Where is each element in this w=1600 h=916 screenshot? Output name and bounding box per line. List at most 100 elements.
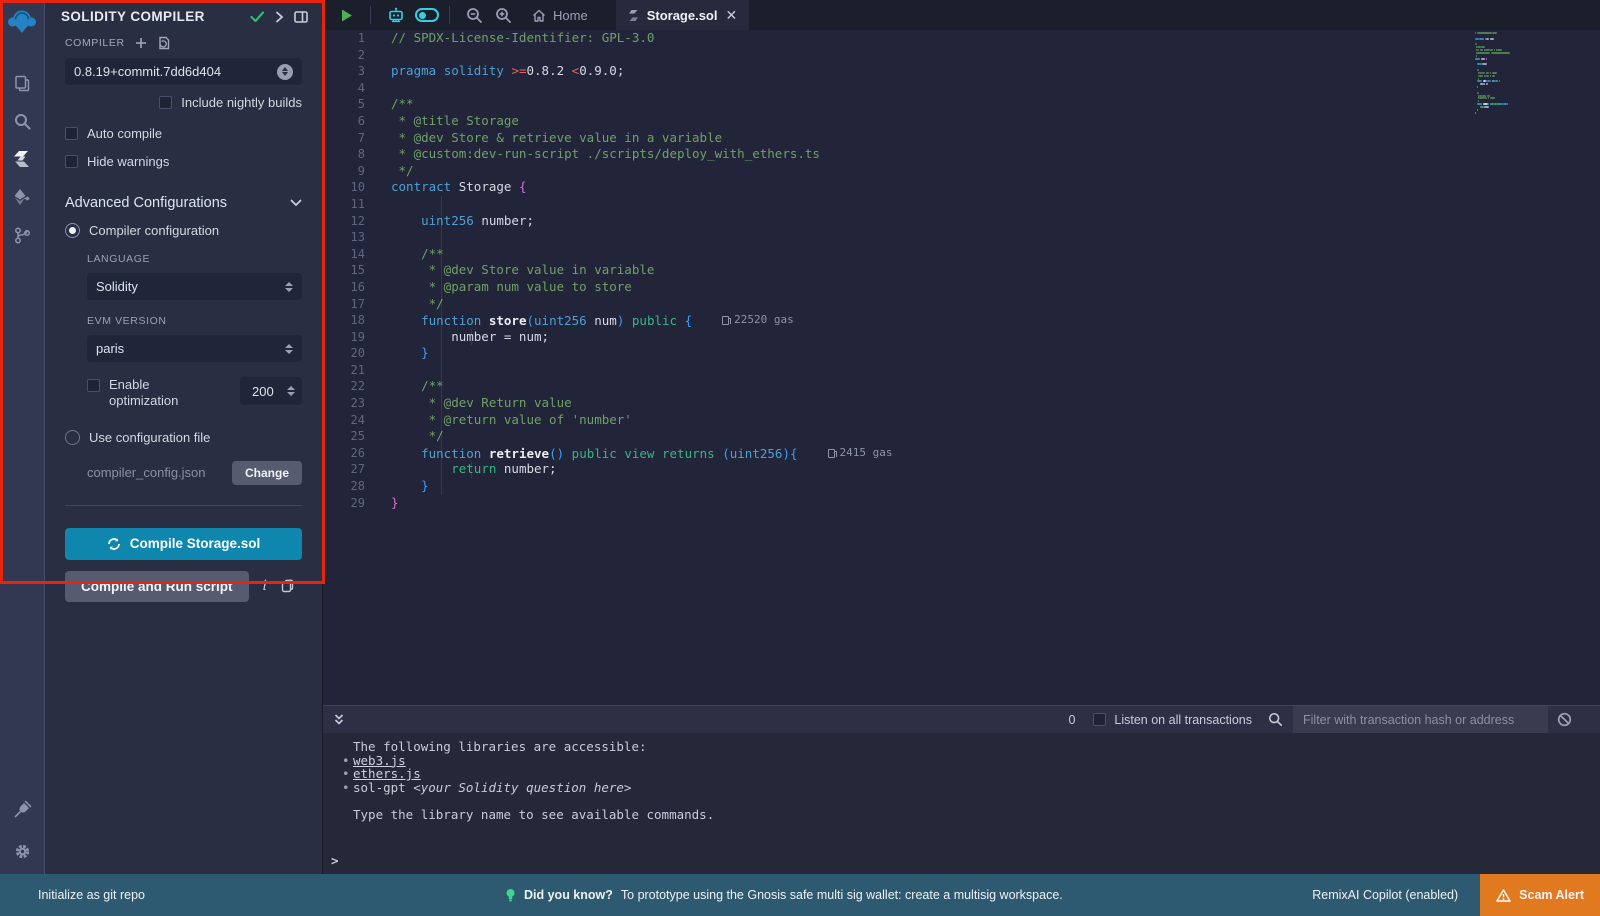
copilot-toggle[interactable] [415,8,439,22]
optimization-runs-input[interactable]: 200 [240,377,302,405]
code-line-25[interactable]: */ [391,428,1600,445]
terminal-body[interactable]: The following libraries are accessible:w… [323,733,1600,874]
run-script-play-icon[interactable] [333,8,360,23]
tab-close-icon[interactable]: ✕ [725,8,737,22]
use-configuration-file-radio[interactable] [65,430,80,445]
code-line-14[interactable]: /** [391,246,1600,263]
line-number[interactable]: 8 [323,146,365,163]
enable-optimization-checkbox[interactable] [87,379,100,392]
code-line-12[interactable]: uint256 number; [391,213,1600,230]
remix-logo-icon[interactable] [7,7,37,42]
line-number[interactable]: 29 [323,495,365,512]
code-line-7[interactable]: * @dev Store & retrieve value in a varia… [391,130,1600,147]
zoom-out-icon[interactable] [460,7,489,24]
code-line-6[interactable]: * @title Storage [391,113,1600,130]
auto-compile-checkbox[interactable] [65,127,78,140]
expand-terminal-icon[interactable] [333,713,345,726]
sidebar-item-search[interactable] [0,102,45,140]
compiler-configuration-radio[interactable] [65,223,80,238]
copilot-status[interactable]: RemixAI Copilot (enabled) [1312,888,1458,902]
sidebar-item-solidity-compiler[interactable] [0,140,45,178]
line-number[interactable]: 26 [323,445,365,462]
code-line-17[interactable]: */ [391,296,1600,313]
line-number[interactable]: 3 [323,63,365,80]
line-number[interactable]: 20 [323,345,365,362]
terminal-prompt[interactable]: > [331,853,1600,868]
init-git-repo-button[interactable]: Initialize as git repo [38,888,145,902]
zoom-in-icon[interactable] [489,7,518,24]
line-number[interactable]: 7 [323,130,365,147]
line-number[interactable]: 18 [323,312,365,329]
line-number[interactable]: 11 [323,196,365,213]
code-line-16[interactable]: * @param num value to store [391,279,1600,296]
ai-copilot-robot-icon[interactable] [381,7,411,24]
advanced-configurations-toggle[interactable]: Advanced Configurations [65,195,302,211]
sidebar-item-file-explorer[interactable] [0,64,45,102]
line-number[interactable]: 27 [323,461,365,478]
line-number[interactable]: 6 [323,113,365,130]
pin-panel-icon[interactable] [294,11,308,23]
compiler-version-select[interactable]: 0.8.19+commit.7dd6d404 [65,58,302,85]
code-editor[interactable]: 1234567891011121314151617181920212223242… [323,30,1600,705]
line-number[interactable]: 2 [323,47,365,64]
line-number[interactable]: 10 [323,179,365,196]
sidebar-item-git[interactable] [0,216,45,254]
code-line-11[interactable] [391,196,1600,213]
code-line-18[interactable]: function store(uint256 num) public {2252… [391,312,1600,329]
reload-compiler-file-icon[interactable] [157,36,170,50]
line-number[interactable]: 17 [323,296,365,313]
line-number[interactable]: 9 [323,163,365,180]
sidebar-item-settings[interactable] [0,832,45,870]
code-line-24[interactable]: * @return value of 'number' [391,412,1600,429]
line-number[interactable]: 22 [323,378,365,395]
code-line-4[interactable] [391,80,1600,97]
line-number[interactable]: 25 [323,428,365,445]
line-number[interactable]: 24 [323,412,365,429]
code-line-5[interactable]: /** [391,96,1600,113]
line-number[interactable]: 1 [323,30,365,47]
line-number[interactable]: 28 [323,478,365,495]
code-line-8[interactable]: * @custom:dev-run-script ./scripts/deplo… [391,146,1600,163]
tab-storage-sol[interactable]: Storage.sol ✕ [616,0,750,30]
editor-minimap[interactable] [1475,32,1545,114]
line-number[interactable]: 15 [323,262,365,279]
listen-all-transactions-checkbox[interactable] [1093,713,1106,726]
include-nightly-checkbox[interactable] [159,96,172,109]
hide-warnings-checkbox[interactable] [65,155,78,168]
line-number[interactable]: 23 [323,395,365,412]
code-line-19[interactable]: number = num; [391,329,1600,346]
tab-home[interactable]: Home [518,0,602,30]
code-line-21[interactable] [391,362,1600,379]
scam-alert-badge[interactable]: Scam Alert [1480,874,1600,916]
code-line-15[interactable]: * @dev Store value in variable [391,262,1600,279]
line-number[interactable]: 16 [323,279,365,296]
line-number[interactable]: 12 [323,213,365,230]
compile-and-run-button[interactable]: Compile and Run script [65,571,249,602]
code-line-27[interactable]: return number; [391,461,1600,478]
code-line-26[interactable]: function retrieve() public view returns … [391,445,1600,462]
info-icon[interactable]: i [263,578,267,594]
code-line-13[interactable] [391,229,1600,246]
clear-console-icon[interactable] [1557,712,1572,727]
line-number[interactable]: 14 [323,246,365,263]
code-line-10[interactable]: contract Storage { [391,179,1600,196]
change-config-button[interactable]: Change [232,461,302,485]
line-number[interactable]: 21 [323,362,365,379]
transaction-filter-input[interactable] [1293,706,1548,733]
sidebar-item-deploy-and-run[interactable] [0,178,45,216]
language-select[interactable]: Solidity [87,273,302,300]
code-line-2[interactable] [391,47,1600,64]
code-line-1[interactable]: // SPDX-License-Identifier: GPL-3.0 [391,30,1600,47]
sidebar-item-plugin-manager[interactable] [0,790,45,828]
code-line-29[interactable]: } [391,495,1600,512]
code-line-20[interactable]: } [391,345,1600,362]
code-line-3[interactable]: pragma solidity >=0.8.2 <0.9.0; [391,63,1600,80]
line-number[interactable]: 13 [323,229,365,246]
line-number[interactable]: 5 [323,96,365,113]
line-number[interactable]: 19 [323,329,365,346]
chevron-right-icon[interactable] [275,11,284,23]
copy-icon[interactable] [281,579,294,593]
compile-button[interactable]: Compile Storage.sol [65,528,302,560]
code-line-9[interactable]: */ [391,163,1600,180]
code-line-28[interactable]: } [391,478,1600,495]
